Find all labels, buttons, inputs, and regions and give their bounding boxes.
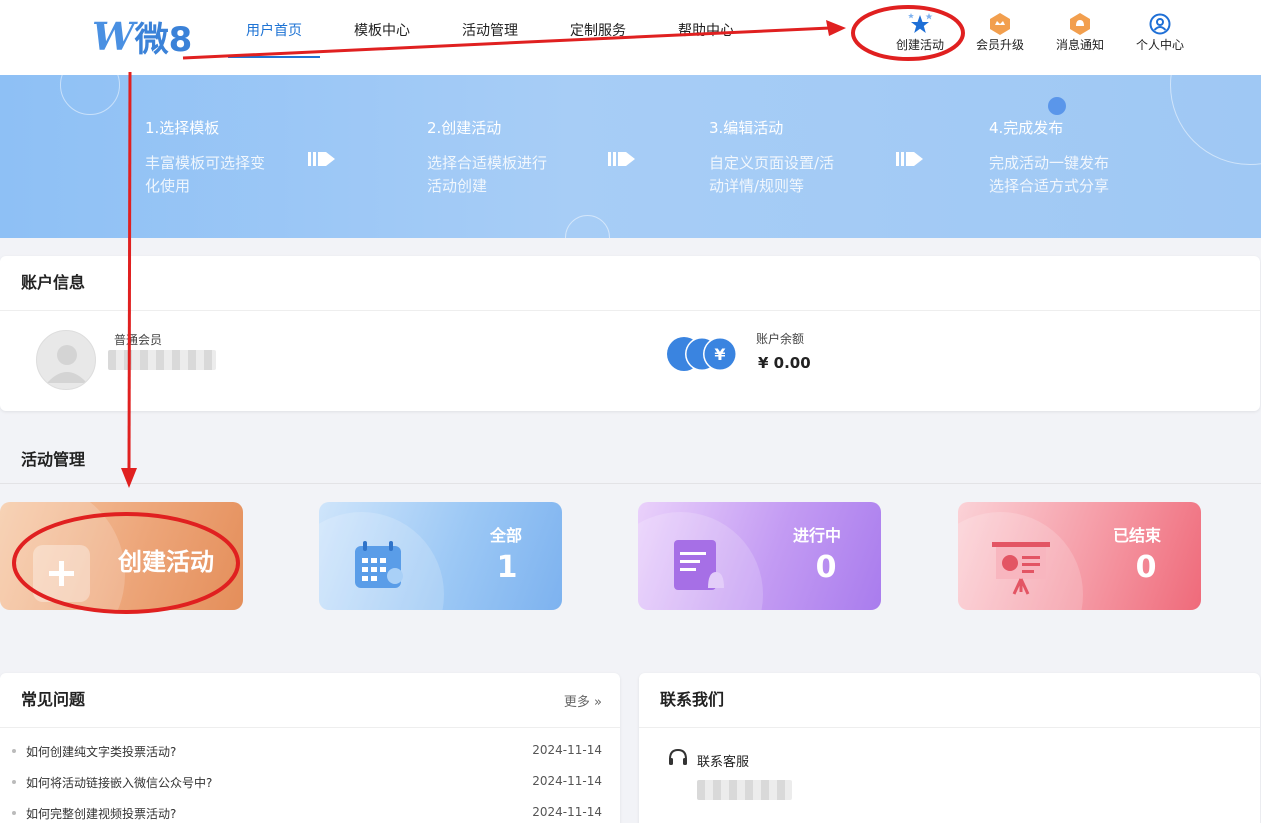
step-2: 2.创建活动 选择合适模板进行活动创建 xyxy=(427,117,557,198)
step-arrow-icon xyxy=(608,152,635,166)
faq-question: 如何将活动链接嵌入微信公众号中? xyxy=(26,776,213,790)
stars-icon xyxy=(880,12,960,36)
top-header: W 微8 用户首页 模板中心 活动管理 定制服务 帮助中心 创建活动 会员升级 … xyxy=(0,0,1261,75)
decor-bubble xyxy=(565,215,610,238)
tile-count: 1 xyxy=(496,550,518,585)
tile-count: 0 xyxy=(1135,550,1157,585)
faq-date: 2024-11-14 xyxy=(532,805,602,819)
contact-info-redacted xyxy=(697,780,792,800)
divider xyxy=(0,483,1261,484)
faq-item[interactable]: 如何创建纯文字类投票活动? 2024-11-14 xyxy=(12,743,602,760)
balance-label: 账户余额 xyxy=(756,332,805,346)
step-title: 2.创建活动 xyxy=(427,119,502,137)
tile-label: 进行中 xyxy=(792,526,841,545)
faq-question: 如何创建纯文字类投票活动? xyxy=(26,745,177,759)
nav-home[interactable]: 用户首页 xyxy=(228,0,320,58)
avatar xyxy=(36,330,96,390)
step-arrow-icon xyxy=(896,152,923,166)
activity-management-title: 活动管理 xyxy=(21,450,86,469)
headset-icon xyxy=(669,748,687,765)
faq-title: 常见问题 xyxy=(0,673,620,728)
logo[interactable]: W 微8 xyxy=(92,12,192,61)
faq-item[interactable]: 如何将活动链接嵌入微信公众号中? 2024-11-14 xyxy=(12,774,602,791)
decor-dot xyxy=(1048,97,1066,115)
tile-count: 0 xyxy=(815,550,837,585)
faq-date: 2024-11-14 xyxy=(532,774,602,788)
all-activities-tile[interactable]: 全部 1 xyxy=(319,502,562,610)
faq-more-link[interactable]: 更多 » xyxy=(564,691,602,710)
faq-question: 如何完整创建视频投票活动? xyxy=(26,807,177,821)
step-desc: 选择合适模板进行活动创建 xyxy=(427,154,548,195)
member-level: 普通会员 xyxy=(114,333,163,347)
contact-title: 联系我们 xyxy=(639,673,1260,728)
personal-center-button[interactable]: 个人中心 xyxy=(1120,12,1200,53)
step-3: 3.编辑活动 自定义页面设置/活动详情/规则等 xyxy=(709,117,839,198)
step-desc: 丰富模板可选择变化使用 xyxy=(145,154,266,195)
contact-card: 联系我们 联系客服 xyxy=(639,673,1260,823)
member-upgrade-label: 会员升级 xyxy=(975,38,1024,52)
step-1: 1.选择模板 丰富模板可选择变化使用 xyxy=(145,117,275,198)
nav-help[interactable]: 帮助中心 xyxy=(660,0,752,58)
nav-activity-management[interactable]: 活动管理 xyxy=(444,0,536,58)
main-nav: 用户首页 模板中心 活动管理 定制服务 帮助中心 xyxy=(228,0,768,75)
step-title: 3.编辑活动 xyxy=(709,119,784,137)
nav-custom-service[interactable]: 定制服务 xyxy=(552,0,644,58)
notifications-label: 消息通知 xyxy=(1055,38,1104,52)
coins-icon: ¥ xyxy=(666,336,741,372)
crown-icon xyxy=(960,12,1040,36)
account-info-title: 账户信息 xyxy=(0,256,1260,311)
tile-label: 全部 xyxy=(489,526,522,545)
step-title: 1.选择模板 xyxy=(145,119,220,137)
document-bell-icon xyxy=(674,540,724,590)
faq-card: 常见问题 更多 » 如何创建纯文字类投票活动? 2024-11-14 如何将活动… xyxy=(0,673,620,823)
step-arrow-icon xyxy=(308,152,335,166)
bell-icon xyxy=(1040,12,1120,36)
steps-banner: 1.选择模板 丰富模板可选择变化使用 2.创建活动 选择合适模板进行活动创建 3… xyxy=(0,75,1261,238)
presentation-icon xyxy=(992,542,1050,595)
member-upgrade-button[interactable]: 会员升级 xyxy=(960,12,1040,53)
nav-templates[interactable]: 模板中心 xyxy=(336,0,428,58)
username-redacted xyxy=(108,350,216,370)
bullet-icon xyxy=(12,749,16,753)
balance-value: ¥ 0.00 xyxy=(758,354,811,372)
calendar-icon xyxy=(355,541,403,588)
svg-text:¥: ¥ xyxy=(714,345,725,364)
contact-service-label[interactable]: 联系客服 xyxy=(697,751,749,770)
bullet-icon xyxy=(12,811,16,815)
faq-date: 2024-11-14 xyxy=(532,743,602,757)
logo-text: 微8 xyxy=(134,20,193,60)
bullet-icon xyxy=(12,780,16,784)
tile-label: 已结束 xyxy=(1112,526,1161,545)
ended-tile[interactable]: 已结束 0 xyxy=(958,502,1201,610)
header-tools: 创建活动 会员升级 消息通知 个人中心 xyxy=(880,12,1200,53)
plus-icon xyxy=(33,545,90,602)
logo-mark: W xyxy=(92,14,135,59)
account-info-card: 账户信息 普通会员 ¥ 账户余额 ¥ 0.00 xyxy=(0,256,1260,411)
create-activity-button[interactable]: 创建活动 xyxy=(880,12,960,53)
create-activity-tile[interactable]: 创建活动 xyxy=(0,502,243,610)
notifications-button[interactable]: 消息通知 xyxy=(1040,12,1120,53)
step-4: 4.完成发布 完成活动一键发布选择合适方式分享 xyxy=(989,117,1119,198)
create-activity-label: 创建活动 xyxy=(895,38,944,52)
personal-center-label: 个人中心 xyxy=(1135,38,1184,52)
user-circle-icon xyxy=(1120,12,1200,36)
step-title: 4.完成发布 xyxy=(989,119,1064,137)
step-desc: 完成活动一键发布选择合适方式分享 xyxy=(989,154,1110,195)
step-desc: 自定义页面设置/活动详情/规则等 xyxy=(709,154,835,195)
annotation-arrowhead xyxy=(121,468,137,488)
in-progress-tile[interactable]: 进行中 0 xyxy=(638,502,881,610)
faq-item[interactable]: 如何完整创建视频投票活动? 2024-11-14 xyxy=(12,805,602,822)
decor-bubble xyxy=(60,75,120,115)
create-activity-tile-label: 创建活动 xyxy=(118,548,214,576)
decor-bubble xyxy=(1170,75,1261,165)
